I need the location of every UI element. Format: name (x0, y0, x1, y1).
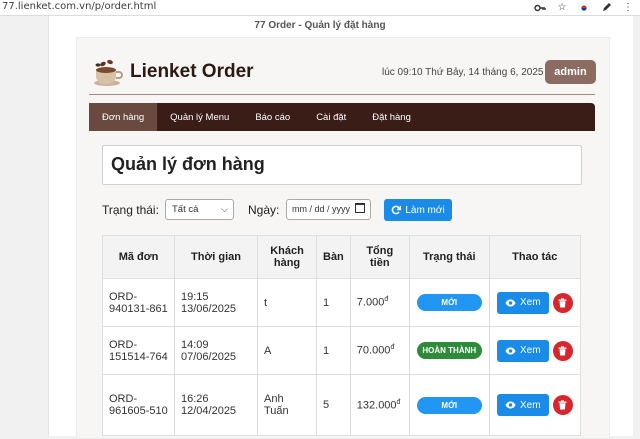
trash-icon (558, 345, 567, 355)
date-filter-label: Ngày: (248, 203, 280, 217)
view-order-button[interactable]: Xem (496, 394, 549, 416)
order-total-cell: 132.000đ (349, 374, 410, 436)
column-header: Mã đơn (102, 235, 175, 279)
header-divider (89, 94, 595, 95)
order-customer: t (257, 278, 317, 327)
delete-order-button[interactable] (552, 395, 573, 415)
nav-item-place-order[interactable]: Đặt hàng (359, 103, 424, 131)
order-customer: A (257, 326, 317, 375)
delete-order-button[interactable] (552, 340, 573, 361)
main-nav: Đơn hàng Quản lý Menu Báo cáo Cài đặt Đặ… (89, 103, 595, 131)
order-time: 19:15 13/06/2025 (174, 278, 258, 327)
currency-symbol: đ (384, 296, 389, 304)
order-total-cell: 70.000đ (349, 326, 410, 375)
calendar-icon[interactable] (355, 203, 365, 213)
status-badge: MỚI (416, 396, 482, 414)
nav-item-settings[interactable]: Cài đặt (303, 103, 359, 131)
column-header: Bàn (316, 235, 351, 279)
status-filter-label: Trạng thái: (102, 203, 159, 217)
chevron-down-icon: ⌵ (221, 204, 228, 214)
column-header: Thời gian (174, 235, 258, 279)
orders-table: Mã đơn Thời gian Khách hàng Bàn Tổng tiề… (102, 235, 581, 436)
column-header: Tổng tiền (349, 235, 410, 279)
trash-icon (558, 400, 567, 410)
order-actions: Xem (488, 374, 581, 436)
order-id: ORD-961605-510 (102, 374, 175, 436)
date-placeholder: mm / dd / yyyy (292, 204, 351, 214)
order-time: 16:26 12/04/2025 (174, 374, 258, 436)
table-row: ORD-940131-861 19:15 13/06/2025 t 1 7.00… (102, 278, 581, 327)
star-icon[interactable]: ☆ (556, 2, 568, 14)
currency-symbol: đ (396, 398, 401, 406)
document-title: 77 Order - Quản lý đặt hàng (254, 20, 386, 31)
table-header-row: Mã đơn Thời gian Khách hàng Bàn Tổng tiề… (102, 235, 581, 279)
order-total: 132.000 (356, 399, 397, 412)
table-row: ORD-961605-510 16:26 12/04/2025 Anh Tuấn… (102, 374, 581, 436)
menu-dots-icon[interactable]: ⋮ (622, 2, 634, 14)
order-table: 1 (316, 326, 351, 375)
order-total-cell: 7.000đ (349, 278, 410, 327)
column-header: Thao tác (488, 235, 581, 279)
nav-item-reports[interactable]: Báo cáo (242, 103, 303, 131)
refresh-icon (392, 205, 402, 215)
page-title-box: Quản lý đơn hàng (102, 145, 582, 185)
status-filter-select[interactable]: Tất cả ⌵ (165, 199, 234, 220)
order-actions: Xem (488, 326, 581, 375)
order-total: 70.000 (356, 344, 391, 357)
order-status-cell: MỚI (408, 278, 490, 327)
browser-address-bar[interactable]: 77.lienket.com.vn/p/order.html ☆ ⋮ (0, 0, 640, 16)
eye-icon (505, 347, 516, 354)
brand-title: Lienket Order (130, 61, 254, 82)
status-filter-value: Tất cả (172, 204, 199, 215)
view-label: Xem (520, 297, 541, 308)
column-header: Khách hàng (257, 235, 317, 279)
status-badge: MỚI (416, 294, 482, 311)
order-total: 7.000 (356, 296, 385, 309)
order-status-cell: MỚI (408, 374, 490, 436)
pen-icon[interactable] (600, 2, 612, 14)
logo-coffee-icon (90, 56, 124, 88)
order-status-cell: HOÀN THÀNH (408, 326, 490, 375)
admin-user-button[interactable]: admin (545, 60, 596, 84)
refresh-button[interactable]: Làm mới (384, 199, 452, 221)
delete-order-button[interactable] (552, 292, 573, 313)
order-time: 14:09 07/06/2025 (174, 326, 258, 375)
eye-icon (505, 401, 516, 409)
order-table: 1 (316, 278, 351, 327)
status-badge: HOÀN THÀNH (416, 342, 482, 359)
view-order-button[interactable]: Xem (496, 339, 549, 362)
view-label: Xem (520, 399, 541, 411)
view-label: Xem (520, 345, 541, 356)
order-table: 5 (316, 374, 351, 436)
trash-icon (558, 297, 567, 307)
browser-icons: ☆ ⋮ (534, 0, 634, 15)
order-actions: Xem (488, 278, 581, 327)
eye-icon (505, 299, 516, 306)
date-filter-input[interactable]: mm / dd / yyyy (286, 199, 371, 220)
page-title: Quản lý đơn hàng (111, 154, 265, 174)
flag-icon[interactable] (578, 2, 590, 14)
order-id: ORD-940131-861 (102, 278, 175, 327)
refresh-label: Làm mới (405, 204, 445, 216)
table-row: ORD-151514-764 14:09 07/06/2025 A 1 70.0… (102, 326, 581, 375)
order-customer: Anh Tuấn (257, 374, 317, 436)
key-icon[interactable] (534, 2, 546, 14)
order-id: ORD-151514-764 (102, 326, 175, 375)
nav-item-orders[interactable]: Đơn hàng (89, 103, 158, 131)
view-order-button[interactable]: Xem (496, 291, 549, 314)
column-header: Trạng thái (408, 235, 490, 279)
nav-item-menu-management[interactable]: Quản lý Menu (157, 103, 242, 131)
url-text[interactable]: 77.lienket.com.vn/p/order.html (2, 1, 156, 12)
current-datetime: lúc 09:10 Thứ Bảy, 14 tháng 6, 2025 (382, 67, 544, 78)
currency-symbol: đ (390, 344, 395, 352)
